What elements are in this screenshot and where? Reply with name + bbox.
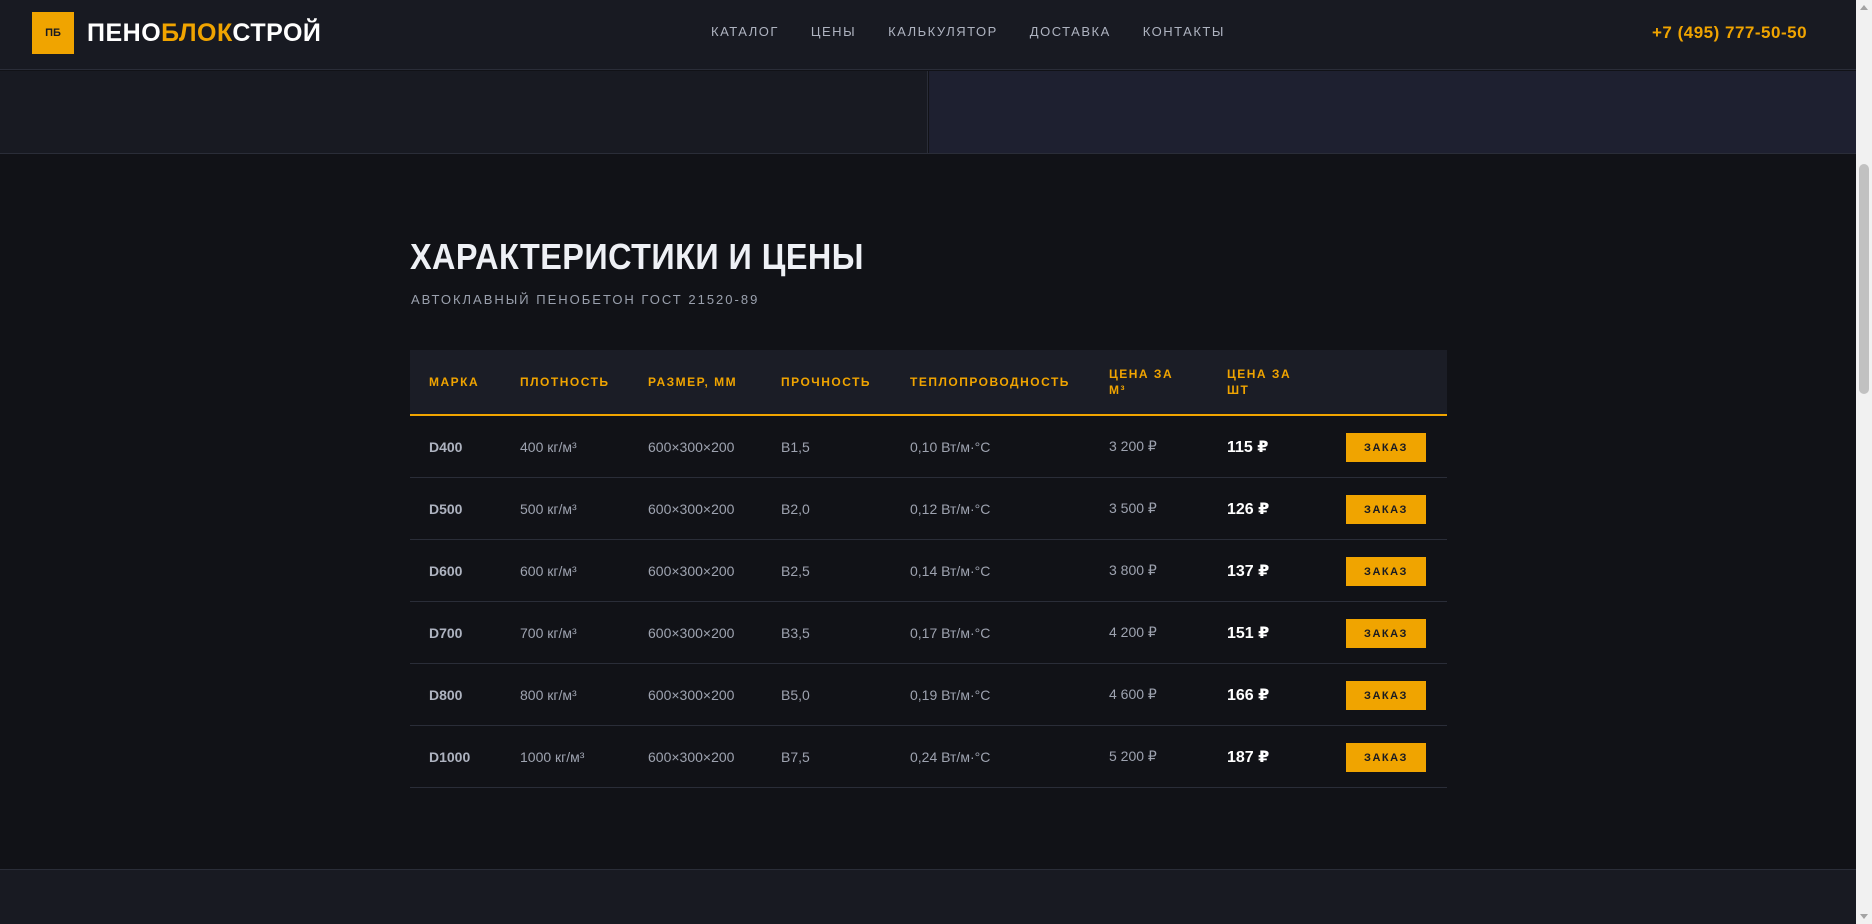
phone-link[interactable]: +7 (495) 777-50-50 [1652, 23, 1807, 43]
cell-price-m3: 4 200 ₽ [1109, 624, 1157, 640]
header-price-m3: ЦЕНА ЗА М³ [1109, 367, 1174, 397]
cell-size: 600×300×200 [648, 500, 735, 517]
cell-price-pc: 126 ₽ [1227, 500, 1270, 518]
cell-strength: B2,5 [781, 562, 810, 579]
cell-price-pc: 115 ₽ [1227, 438, 1269, 456]
header-conductivity: ТЕПЛОПРОВОДНОСТЬ [910, 375, 1070, 389]
cell-conductivity: 0,24 Вт/м·°С [910, 748, 991, 765]
section-title: ХАРАКТЕРИСТИКИ И ЦЕНЫ [410, 236, 864, 277]
cell-mark: D700 [429, 624, 463, 641]
cell-size: 600×300×200 [648, 562, 735, 579]
cell-price-m3: 3 800 ₽ [1109, 562, 1157, 578]
header-size: РАЗМЕР, ММ [648, 375, 738, 389]
header-price-pc: ЦЕНА ЗА ШТ [1227, 367, 1292, 397]
table-row: D1000 1000 кг/м³ 600×300×200 B7,5 0,24 В… [410, 726, 1447, 788]
cell-strength: B5,0 [781, 686, 810, 703]
table-row: D500 500 кг/м³ 600×300×200 B2,0 0,12 Вт/… [410, 478, 1447, 540]
cell-strength: B3,5 [781, 624, 810, 641]
cell-price-pc: 151 ₽ [1227, 624, 1270, 642]
nav-item-delivery[interactable]: ДОСТАВКА [1030, 24, 1111, 39]
site-header: ПБ ПЕНОБЛОКСТРОЙ КАТАЛОГ ЦЕНЫ КАЛЬКУЛЯТО… [0, 0, 1856, 70]
table-header: МАРКА ПЛОТНОСТЬ РАЗМЕР, ММ ПРОЧНОСТЬ ТЕП… [410, 350, 1447, 416]
cell-size: 600×300×200 [648, 748, 735, 765]
logo-badge: ПБ [32, 12, 74, 54]
cell-density: 500 кг/м³ [520, 500, 577, 517]
nav-item-catalog[interactable]: КАТАЛОГ [711, 24, 779, 39]
top-band [0, 71, 1856, 154]
main-nav: КАТАЛОГ ЦЕНЫ КАЛЬКУЛЯТОР ДОСТАВКА КОНТАК… [711, 24, 1257, 39]
scrollbar-thumb[interactable] [1859, 164, 1869, 394]
cell-density: 1000 кг/м³ [520, 748, 585, 765]
cell-conductivity: 0,10 Вт/м·°С [910, 438, 991, 455]
cell-conductivity: 0,12 Вт/м·°С [910, 500, 991, 517]
cell-mark: D500 [429, 500, 463, 517]
cell-price-m3: 3 200 ₽ [1109, 438, 1157, 454]
cell-strength: B1,5 [781, 438, 810, 455]
section-subtitle: АВТОКЛАВНЫЙ ПЕНОБЕТОН ГОСТ 21520-89 [411, 292, 760, 307]
page-scrollbar[interactable] [1856, 0, 1872, 924]
cell-size: 600×300×200 [648, 686, 735, 703]
order-button[interactable]: ЗАКАЗ [1346, 495, 1426, 524]
logo-text: ПЕНОБЛОКСТРОЙ [87, 19, 321, 48]
cell-density: 600 кг/м³ [520, 562, 577, 579]
order-button[interactable]: ЗАКАЗ [1346, 433, 1426, 462]
cell-price-m3: 3 500 ₽ [1109, 500, 1157, 516]
scroll-down-arrow-icon[interactable] [1860, 914, 1868, 919]
cell-mark: D400 [429, 438, 463, 455]
top-band-right [929, 71, 1856, 153]
cell-size: 600×300×200 [648, 438, 735, 455]
order-button[interactable]: ЗАКАЗ [1346, 681, 1426, 710]
header-density: ПЛОТНОСТЬ [520, 375, 610, 389]
cell-strength: B2,0 [781, 500, 810, 517]
order-button[interactable]: ЗАКАЗ [1346, 619, 1426, 648]
cell-size: 600×300×200 [648, 624, 735, 641]
table-row: D800 800 кг/м³ 600×300×200 B5,0 0,19 Вт/… [410, 664, 1447, 726]
cell-price-pc: 187 ₽ [1227, 748, 1270, 766]
bottom-band [0, 869, 1856, 924]
logo[interactable]: ПБ ПЕНОБЛОКСТРОЙ [32, 12, 321, 54]
page: ПБ ПЕНОБЛОКСТРОЙ КАТАЛОГ ЦЕНЫ КАЛЬКУЛЯТО… [0, 0, 1872, 924]
cell-conductivity: 0,17 Вт/м·°С [910, 624, 991, 641]
logo-text-part2: БЛОК [161, 18, 233, 47]
cell-price-m3: 4 600 ₽ [1109, 686, 1157, 702]
order-button[interactable]: ЗАКАЗ [1346, 743, 1426, 772]
cell-conductivity: 0,19 Вт/м·°С [910, 686, 991, 703]
cell-density: 400 кг/м³ [520, 438, 577, 455]
scroll-up-arrow-icon[interactable] [1860, 5, 1868, 10]
cell-mark: D600 [429, 562, 463, 579]
nav-item-calculator[interactable]: КАЛЬКУЛЯТОР [888, 24, 998, 39]
logo-text-part1: ПЕНО [87, 18, 162, 47]
cell-price-pc: 137 ₽ [1227, 562, 1270, 580]
cell-strength: B7,5 [781, 748, 810, 765]
table-row: D600 600 кг/м³ 600×300×200 B2,5 0,14 Вт/… [410, 540, 1447, 602]
header-strength: ПРОЧНОСТЬ [781, 375, 872, 389]
cell-price-pc: 166 ₽ [1227, 686, 1270, 704]
order-button[interactable]: ЗАКАЗ [1346, 557, 1426, 586]
logo-text-part3: СТРОЙ [232, 18, 322, 47]
table-row: D700 700 кг/м³ 600×300×200 B3,5 0,17 Вт/… [410, 602, 1447, 664]
nav-item-contacts[interactable]: КОНТАКТЫ [1143, 24, 1225, 39]
nav-item-prices[interactable]: ЦЕНЫ [811, 24, 856, 39]
table-row: D400 400 кг/м³ 600×300×200 B1,5 0,10 Вт/… [410, 416, 1447, 478]
top-band-left [0, 71, 928, 153]
header-mark: МАРКА [429, 375, 480, 389]
cell-mark: D1000 [429, 748, 471, 765]
cell-density: 700 кг/м³ [520, 624, 577, 641]
cell-conductivity: 0,14 Вт/м·°С [910, 562, 991, 579]
price-table: МАРКА ПЛОТНОСТЬ РАЗМЕР, ММ ПРОЧНОСТЬ ТЕП… [410, 350, 1447, 788]
cell-density: 800 кг/м³ [520, 686, 577, 703]
cell-price-m3: 5 200 ₽ [1109, 748, 1157, 764]
cell-mark: D800 [429, 686, 463, 703]
